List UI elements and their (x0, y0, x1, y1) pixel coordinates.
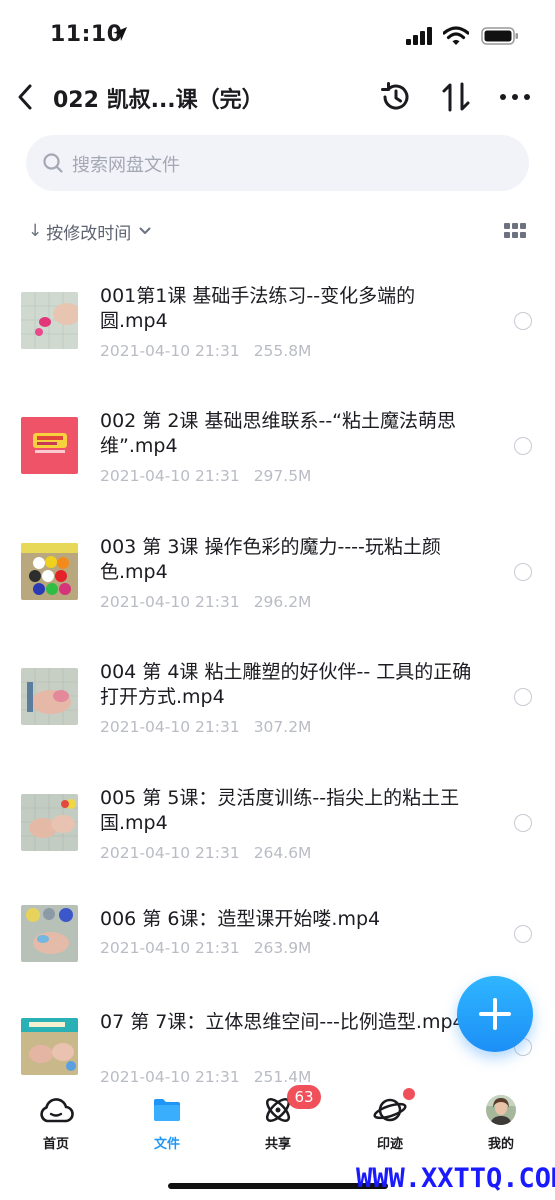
chevron-down-icon (139, 227, 151, 234)
video-thumbnail (21, 668, 78, 725)
plus-icon (479, 998, 511, 1030)
sort-direction-arrow: ↓ (28, 221, 43, 241)
file-name: 002 第 2课 基础思维联系--“粘土魔法萌思维”.mp4 (100, 410, 457, 457)
history-button[interactable] (378, 79, 414, 115)
tab-profile[interactable]: 我的 (461, 1092, 541, 1156)
tab-label: 首页 (42, 1137, 69, 1152)
cell-signal-icon (406, 27, 434, 49)
file-list: 001第1课 基础手法练习--变化多端的圆.mp4 2021-04-10 21:… (0, 258, 555, 1086)
file-meta: 2021-04-10 21:31 255.8M (100, 342, 311, 360)
file-name: 006 第 6课：造型课开始喽.mp4 (100, 908, 381, 930)
file-size: 251.4M (253, 1068, 312, 1086)
select-checkbox[interactable] (514, 312, 532, 330)
file-meta: 2021-04-10 21:31 264.6M (100, 844, 311, 862)
file-size: 296.2M (253, 593, 312, 611)
file-row[interactable]: 004 第 4课 粘土雕塑的好伙伴-- 工具的正确打开方式.mp4 2021-0… (0, 654, 555, 772)
file-date: 2021-04-10 21:31 (100, 718, 240, 736)
video-thumbnail (21, 292, 78, 349)
file-date: 2021-04-10 21:31 (100, 467, 240, 485)
planet-icon (372, 1092, 408, 1128)
back-chevron-icon (18, 84, 32, 110)
video-thumbnail (21, 417, 78, 474)
file-name: 001第1课 基础手法练习--变化多端的圆.mp4 (100, 285, 416, 332)
status-bar: 11:10 (0, 0, 555, 74)
file-row[interactable]: 002 第 2课 基础思维联系--“粘土魔法萌思维”.mp4 2021-04-1… (0, 403, 555, 521)
file-date: 2021-04-10 21:31 (100, 1068, 240, 1086)
video-thumbnail (21, 1018, 78, 1075)
file-name: 07 第 7课：立体思维空间---比例造型.mp4 (100, 1011, 465, 1033)
file-size: 255.8M (253, 342, 312, 360)
file-row[interactable]: 003 第 3课 操作色彩的魔力----玩粘土颜色.mp4 2021-04-10… (0, 529, 555, 647)
file-row[interactable]: 001第1课 基础手法练习--变化多端的圆.mp4 2021-04-10 21:… (0, 278, 555, 396)
file-date: 2021-04-10 21:31 (100, 939, 240, 957)
search-input[interactable]: 搜索网盘文件 (26, 135, 529, 191)
file-name: 004 第 4课 粘土雕塑的好伙伴-- 工具的正确打开方式.mp4 (100, 661, 472, 708)
select-checkbox[interactable] (514, 563, 532, 581)
tab-label: 印迹 (376, 1137, 403, 1152)
file-meta: 2021-04-10 21:31 296.2M (100, 593, 311, 611)
tab-home[interactable]: 首页 (16, 1092, 96, 1156)
tab-files[interactable]: 文件 (127, 1092, 207, 1156)
select-checkbox[interactable] (514, 814, 532, 832)
select-checkbox[interactable] (514, 925, 532, 943)
home-indicator (168, 1183, 388, 1189)
tab-label: 文件 (153, 1137, 180, 1152)
video-thumbnail (21, 543, 78, 600)
sort-dropdown[interactable]: ↓ 按修改时间 (28, 218, 151, 244)
notification-dot (403, 1088, 415, 1100)
sort-label: 按修改时间 (46, 223, 132, 244)
file-date: 2021-04-10 21:31 (100, 844, 240, 862)
file-name: 003 第 3课 操作色彩的魔力----玩粘土颜色.mp4 (100, 536, 441, 583)
file-date: 2021-04-10 21:31 (100, 593, 240, 611)
tab-label: 共享 (264, 1137, 291, 1152)
file-meta: 2021-04-10 21:31 263.9M (100, 939, 311, 957)
cloud-icon (38, 1092, 74, 1128)
nav-bar: 022 凯叔...课（完） (0, 74, 555, 120)
grid-icon (504, 223, 526, 238)
select-checkbox[interactable] (514, 688, 532, 706)
sort-toggle-button[interactable] (438, 79, 474, 115)
file-row[interactable]: 005 第 5课：灵活度训练--指尖上的粘土王国.mp4 2021-04-10 … (0, 780, 555, 898)
battery-icon (481, 27, 519, 49)
location-arrow-icon (111, 25, 129, 47)
page-title: 022 凯叔...课（完） (53, 88, 264, 113)
history-icon (381, 82, 409, 110)
folder-icon (149, 1092, 185, 1128)
video-thumbnail (21, 905, 78, 962)
tab-moments[interactable]: 印迹 (350, 1092, 430, 1156)
file-meta: 2021-04-10 21:31 297.5M (100, 467, 311, 485)
file-meta: 2021-04-10 21:31 251.4M (100, 1068, 311, 1086)
file-size: 297.5M (253, 467, 312, 485)
wifi-icon (442, 26, 470, 50)
upload-fab-button[interactable] (457, 976, 533, 1052)
more-dots-icon (500, 94, 530, 100)
file-date: 2021-04-10 21:31 (100, 342, 240, 360)
more-button[interactable] (497, 79, 533, 115)
search-placeholder: 搜索网盘文件 (72, 155, 180, 176)
file-size: 263.9M (253, 939, 312, 957)
select-checkbox[interactable] (514, 437, 532, 455)
watermark-text: WWW.XXTTQ.COM (356, 1163, 555, 1194)
file-name: 005 第 5课：灵活度训练--指尖上的粘土王国.mp4 (100, 787, 460, 834)
share-badge: 63 (287, 1085, 321, 1109)
tab-label: 我的 (487, 1137, 514, 1152)
file-size: 264.6M (253, 844, 312, 862)
grid-view-button[interactable] (504, 223, 526, 239)
file-size: 307.2M (253, 718, 312, 736)
video-thumbnail (21, 794, 78, 851)
file-meta: 2021-04-10 21:31 307.2M (100, 718, 311, 736)
sort-arrows-icon (442, 82, 470, 112)
back-button[interactable] (10, 79, 40, 115)
search-icon (43, 153, 63, 173)
avatar (483, 1092, 519, 1128)
